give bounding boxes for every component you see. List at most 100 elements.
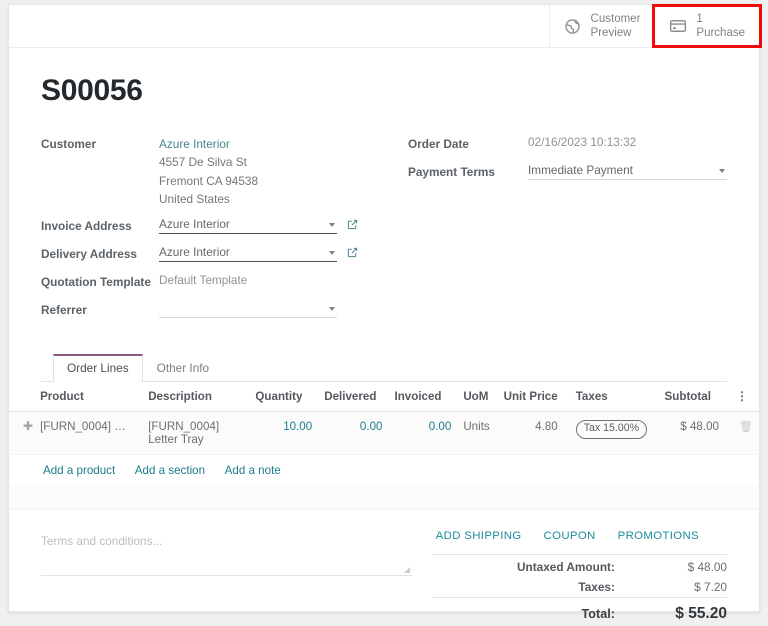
cell-invoiced-text: 0.00 (429, 420, 452, 433)
cell-uom[interactable]: Units (457, 412, 497, 455)
app-window: Customer Preview 1 Purchase (0, 0, 768, 626)
tab-strip: Order Lines Other Info (41, 354, 727, 382)
order-lines-header: Product Description Quantity Delivered I… (9, 382, 759, 412)
header-product[interactable]: Product (34, 382, 142, 412)
payment-terms-input[interactable]: Immediate Payment (528, 161, 727, 180)
trash-icon[interactable]: 🗑 (739, 421, 753, 433)
customer-address-line-2: Fremont CA 94538 (159, 172, 358, 190)
table-header-row: Product Description Quantity Delivered I… (9, 382, 759, 412)
cell-unit-price[interactable]: 4.80 (498, 412, 564, 455)
promotions-button[interactable]: PROMOTIONS (618, 530, 699, 542)
header-handle (9, 382, 34, 412)
taxes-label: Taxes: (432, 577, 615, 598)
form-column-left: Customer Azure Interior 4557 De Silva St… (41, 132, 384, 320)
quotation-template-value: Default Template (159, 270, 247, 287)
header-subtotal[interactable]: Subtotal (659, 382, 725, 412)
customer-preview-text: Customer Preview (591, 12, 641, 40)
untaxed-amount-label: Untaxed Amount: (432, 555, 615, 578)
cell-subtotal: $ 48.00 (659, 412, 725, 455)
customer-name-link[interactable]: Azure Interior (159, 137, 230, 151)
invoice-address-input[interactable]: Azure Interior (159, 215, 337, 234)
referrer-input[interactable] (159, 299, 337, 318)
field-delivery-address: Delivery Address Azure Interior (41, 242, 358, 264)
order-lines-body: ✚ [FURN_0004] Lette... [FURN_0004] Lette… (9, 412, 759, 487)
form-column-right: Order Date 02/16/2023 10:13:32 Payment T… (384, 132, 727, 320)
untaxed-amount-value: $ 48.00 (615, 555, 727, 578)
bottom-area: Terms and conditions... ◢ ADD SHIPPING C… (41, 510, 727, 626)
referrer-control (159, 298, 358, 318)
cell-product-text: [FURN_0004] Lette... (40, 420, 132, 433)
field-payment-terms: Payment Terms Immediate Payment (408, 160, 727, 182)
header-quantity[interactable]: Quantity (249, 382, 318, 412)
header-unit-price[interactable]: Unit Price (498, 382, 564, 412)
tab-other-info[interactable]: Other Info (143, 354, 223, 382)
drag-handle-icon[interactable]: ✚ (23, 420, 33, 432)
delivery-address-open-icon[interactable] (346, 247, 358, 259)
invoice-address-label: Invoice Address (41, 214, 159, 235)
payment-terms-label: Payment Terms (408, 160, 528, 181)
cell-delivered[interactable]: 0.00 (318, 412, 388, 455)
header-taxes[interactable]: Taxes (564, 382, 659, 412)
resize-grip-icon[interactable]: ◢ (404, 566, 412, 574)
customer-value: Azure Interior 4557 De Silva St Fremont … (159, 132, 358, 208)
header-invoiced[interactable]: Invoiced (388, 382, 457, 412)
total-label: Total: (432, 598, 615, 626)
form-groups: Customer Azure Interior 4557 De Silva St… (41, 132, 727, 320)
credit-card-icon (668, 17, 687, 36)
customer-address-line-1: 4557 De Silva St (159, 153, 358, 171)
delivery-address-input[interactable]: Azure Interior (159, 243, 337, 262)
page-title: S00056 (41, 74, 727, 107)
totals-table: Untaxed Amount: $ 48.00 Taxes: $ 7.20 To… (432, 554, 727, 626)
add-note-link[interactable]: Add a note (225, 464, 281, 477)
purchase-count-value: 1 (696, 12, 745, 26)
notebook: Order Lines Other Info Product Descripti… (41, 354, 727, 510)
vertical-dots-icon[interactable]: ⋮ (736, 389, 748, 403)
promotion-links: ADD SHIPPING COUPON PROMOTIONS (432, 530, 727, 542)
row-drag-cell: ✚ (9, 412, 34, 455)
field-invoice-address: Invoice Address Azure Interior (41, 214, 358, 236)
customer-preview-button[interactable]: Customer Preview (549, 5, 655, 47)
field-referrer: Referrer (41, 298, 358, 320)
field-customer: Customer Azure Interior 4557 De Silva St… (41, 132, 358, 208)
payment-terms-value: Immediate Payment (528, 163, 633, 177)
totals-row-untaxed: Untaxed Amount: $ 48.00 (432, 555, 727, 578)
purchase-count-button[interactable]: 1 Purchase (654, 5, 759, 47)
chevron-down-icon (329, 251, 335, 255)
add-shipping-button[interactable]: ADD SHIPPING (436, 530, 522, 542)
notes-column: Terms and conditions... ◢ (41, 530, 432, 626)
referrer-label: Referrer (41, 298, 159, 319)
cell-delivered-text: 0.00 (360, 420, 383, 433)
order-date-label: Order Date (408, 132, 528, 153)
table-filler-band (9, 486, 759, 510)
record-form-card: Customer Preview 1 Purchase (8, 4, 760, 612)
field-order-date: Order Date 02/16/2023 10:13:32 (408, 132, 727, 154)
totals-row-taxes: Taxes: $ 7.20 (432, 577, 727, 598)
customer-address-line-3: United States (159, 190, 358, 208)
total-value: $ 55.20 (615, 598, 727, 626)
add-section-link[interactable]: Add a section (135, 464, 205, 477)
tab-order-lines[interactable]: Order Lines (53, 354, 143, 382)
customer-label: Customer (41, 132, 159, 153)
tax-badge: Tax 15.00% (576, 420, 647, 439)
stat-button-bar: Customer Preview 1 Purchase (9, 5, 759, 48)
header-delivered[interactable]: Delivered (318, 382, 388, 412)
cell-quantity[interactable]: 10.00 (249, 412, 318, 455)
quotation-template-label: Quotation Template (41, 270, 159, 291)
delivery-address-control: Azure Interior (159, 242, 358, 262)
cell-taxes[interactable]: Tax 15.00% (564, 412, 659, 455)
terms-and-conditions-field[interactable]: Terms and conditions... ◢ (41, 530, 412, 576)
cell-invoiced[interactable]: 0.00 (388, 412, 457, 455)
header-description[interactable]: Description (142, 382, 249, 412)
invoice-address-open-icon[interactable] (346, 219, 358, 231)
table-row[interactable]: ✚ [FURN_0004] Lette... [FURN_0004] Lette… (9, 412, 759, 455)
add-product-link[interactable]: Add a product (43, 464, 115, 477)
record-sheet: S00056 Customer Azure Interior 4557 De S… (9, 48, 759, 626)
cell-product[interactable]: [FURN_0004] Lette... (34, 412, 142, 455)
coupon-button[interactable]: COUPON (544, 530, 596, 542)
cell-description[interactable]: [FURN_0004] Letter Tray (142, 412, 249, 455)
header-uom[interactable]: UoM (457, 382, 497, 412)
order-date-value: 02/16/2023 10:13:32 (528, 132, 636, 149)
payment-terms-control: Immediate Payment (528, 160, 727, 180)
cell-delete: 🗑 (725, 412, 759, 455)
chevron-down-icon (719, 169, 725, 173)
